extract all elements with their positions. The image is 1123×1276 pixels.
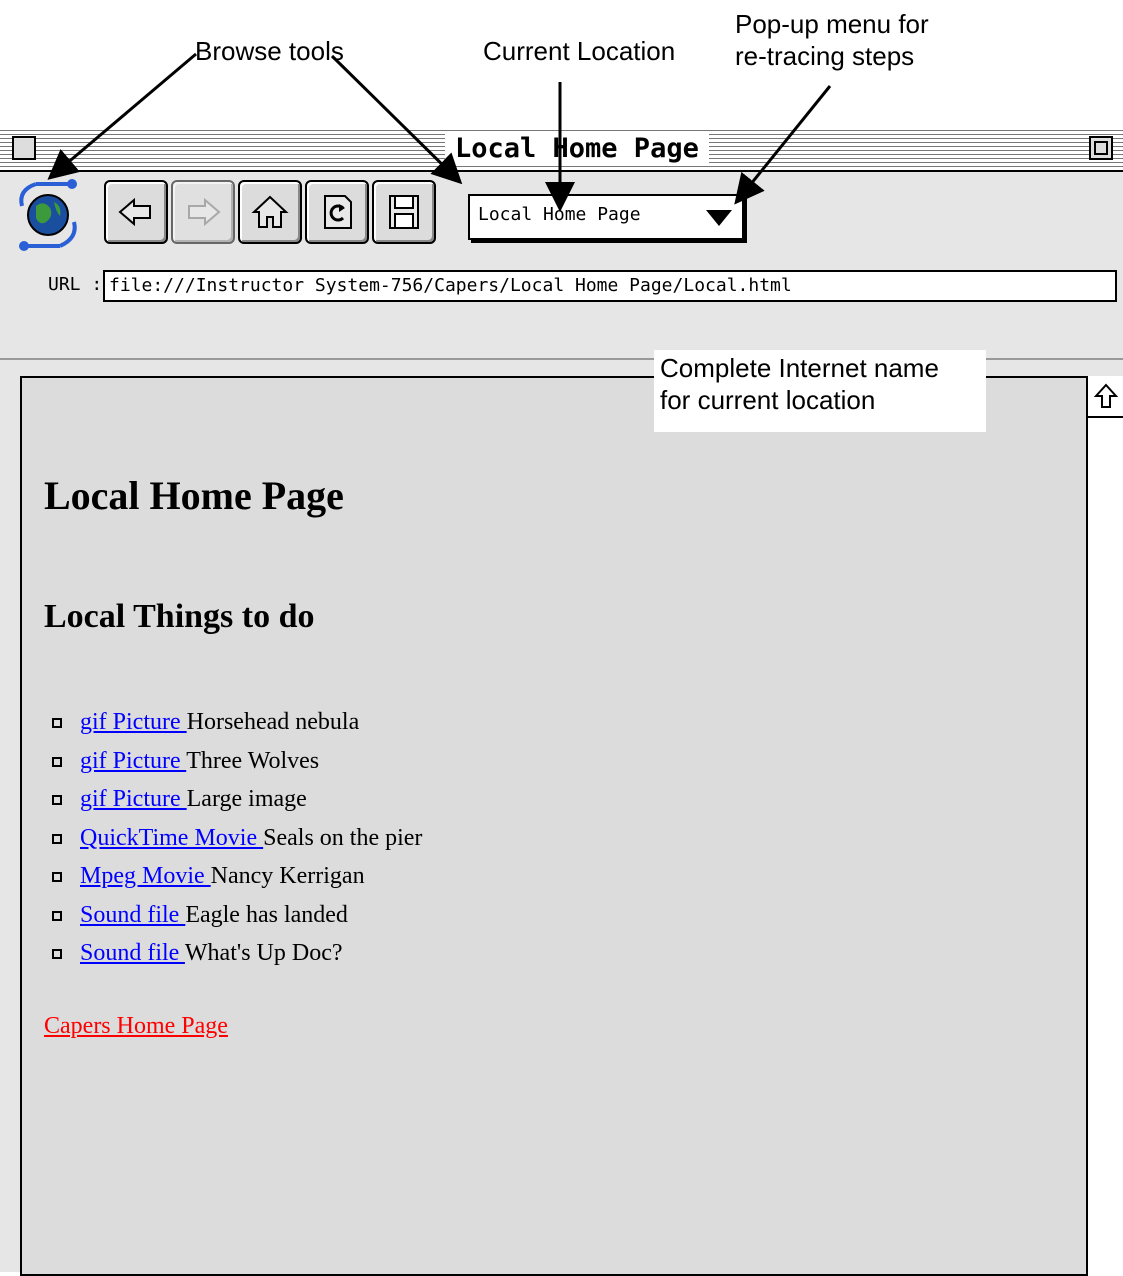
location-popup-menu[interactable]: Local Home Page [468,194,744,240]
list-item: gif Picture Horsehead nebula [44,703,422,742]
save-button[interactable] [372,180,436,244]
annotation-popup-line1: Pop-up menu for [735,9,929,39]
item-text: Seals on the pier [263,824,423,851]
media-link[interactable]: QuickTime Movie [80,825,263,851]
back-arrow-icon [118,197,151,227]
url-bar: URL : file:///Instructor System-756/Cape… [0,262,1123,310]
close-box-icon[interactable] [12,136,36,160]
browser-window: Local Home Page Local Home Page URL: fi… [0,128,1123,1276]
item-text: Large image [186,786,307,812]
annotation-internet-name: Complete Internet name for current locat… [654,350,986,432]
save-disk-icon [389,195,419,229]
bullet-icon [52,872,62,882]
reload-document-icon [324,195,352,229]
item-text: Nancy Kerrigan [210,863,365,889]
list-item: Sound file Eagle has landed [44,896,422,935]
bullet-icon [52,756,62,767]
bullet-icon [52,910,62,921]
annotation-internet-line2: for current location [660,385,876,415]
capers-home-link[interactable]: Capers Home Page [44,1013,228,1040]
home-icon [251,195,289,228]
media-link[interactable]: Sound file [80,940,185,966]
media-link[interactable]: gif Picture [80,786,187,812]
url-field[interactable]: file:///Instructor System-756/Capers/Loc… [103,270,1117,302]
page-subheading: Local Things to do [44,598,315,635]
page-content: Local Home Page Local Things to do gif P… [20,376,1088,1276]
forward-button[interactable] [171,180,235,244]
bullet-icon [52,795,62,805]
annotation-popup-line2: re-tracing steps [735,41,915,71]
media-link[interactable]: Sound file [80,902,185,928]
media-link[interactable]: gif Picture [80,748,186,774]
media-link[interactable]: gif Picture [80,709,187,735]
globe-logo-icon[interactable] [14,176,82,252]
item-text: Three Wolves [186,747,320,774]
annotation-current-location: Current Location [483,36,676,66]
annotation-popup-menu: Pop-up menu for re-tracing steps [735,8,929,72]
forward-arrow-icon [188,197,221,227]
list-item: Sound file What's Up Doc? [44,934,422,973]
chevron-down-icon[interactable] [706,210,732,226]
reload-button[interactable] [305,180,369,244]
vertical-scrollbar[interactable] [1086,376,1123,1276]
list-item: QuickTime Movie Seals on the pier [44,819,422,858]
zoom-box-icon[interactable] [1089,136,1113,160]
annotation-internet-line1: Complete Internet name [660,353,939,383]
home-button[interactable] [238,180,302,244]
list-item: gif Picture Three Wolves [44,742,422,781]
media-link[interactable]: Mpeg Movie [80,863,211,889]
item-text: Eagle has landed [185,901,348,928]
window-title: Local Home Page [445,132,709,166]
bullet-icon [52,833,62,844]
list-item: gif Picture Large image [44,780,422,819]
item-text: What's Up Doc? [184,940,343,966]
things-list: gif Picture Horsehead nebula gif Picture… [44,703,422,973]
url-value: file:///Instructor System-756/Capers/Loc… [109,275,792,296]
item-text: Horsehead nebula [186,709,360,735]
url-label: URL : [48,274,103,295]
bullet-icon [52,949,62,959]
annotation-browse-tools: Browse tools [195,36,344,66]
toolbar: Local Home Page [0,172,1123,262]
page-heading: Local Home Page [44,473,344,518]
location-value: Local Home Page [478,204,641,225]
list-item: Mpeg Movie Nancy Kerrigan [44,857,422,896]
title-bar[interactable]: Local Home Page [0,128,1123,172]
back-button[interactable] [104,180,168,244]
bullet-icon [52,718,62,728]
scroll-up-arrow-icon[interactable] [1088,376,1123,418]
